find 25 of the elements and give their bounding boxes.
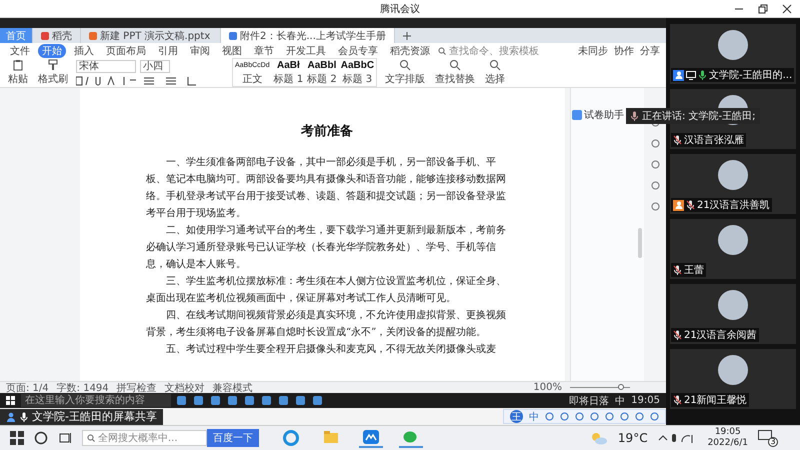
- paragraph: 二、如使用学习通考试平台的考生，要下载学习通并更新到最新版本，考前务必确认学习通所登录账号已认证学校（长春光华学院教务处）、学号、手机等信息，确认是本人账号。: [146, 224, 507, 272]
- paragraph: 五、考试过程中学生要全程开启摄像头和麦克风，不得无故关闭摄像头或麦: [165, 342, 497, 357]
- participant-name: 21新闻王馨悦: [684, 394, 747, 407]
- participant-name: 王蕾: [684, 264, 704, 277]
- status-item: 页面: 1/4: [6, 382, 49, 394]
- temperature: 19°C: [618, 431, 648, 445]
- participant-name: 21汉语言洪善凯: [697, 198, 770, 212]
- weather-text: 即将日落: [569, 394, 610, 408]
- screen-share-label: 文学院-王皓田的屏幕共享: [0, 408, 163, 424]
- clock: 19:05: [631, 395, 660, 406]
- status-item: 文档校对: [164, 382, 205, 394]
- notification-count: 3: [768, 436, 778, 446]
- document-title: 考前准备: [300, 123, 354, 141]
- paragraph: 四、在线考试期间视频背景必须是真实环境，不允许使用虚拟背景、更换视频背景，考生须将电子设备屏幕自熄时长设置成“永不”，关闭设备的提醒功能。: [146, 308, 507, 340]
- participant-name: 文学院-王皓田的...: [709, 68, 792, 82]
- paragraph: 三、学生监考机位摆放标准：考生须在本人侧方位设置监考机位，保证全身、桌面出现在监考机位视频画面中，保证屏幕对考试工作人员清晰可见。: [146, 274, 507, 306]
- speaking-tooltip: 正在讲话: 文学院-王皓田;: [626, 108, 760, 124]
- participant-name: 汉语言张泓雁: [684, 134, 744, 147]
- window-title: 腾讯会议: [380, 2, 420, 16]
- participant-name: 21汉语言余阅茜: [684, 328, 757, 342]
- status-item: 拼写检查: [116, 382, 157, 394]
- status-item: 字数: 1494: [56, 382, 109, 394]
- zoom-level: 100%: [533, 382, 562, 393]
- paragraph: 一、学生须准备两部电子设备，其中一部必须是手机，另一部设备手机、平板、笔记本电脑均可。两部设备要均具有摄像头和语音功能，能够连接移动数据网络。手机登录考试平台用于接受试卷、读题、答题和提交试题；另一部设备登录监考平台用于现场监考。: [146, 156, 507, 221]
- status-item: 兼容模式: [212, 382, 253, 394]
